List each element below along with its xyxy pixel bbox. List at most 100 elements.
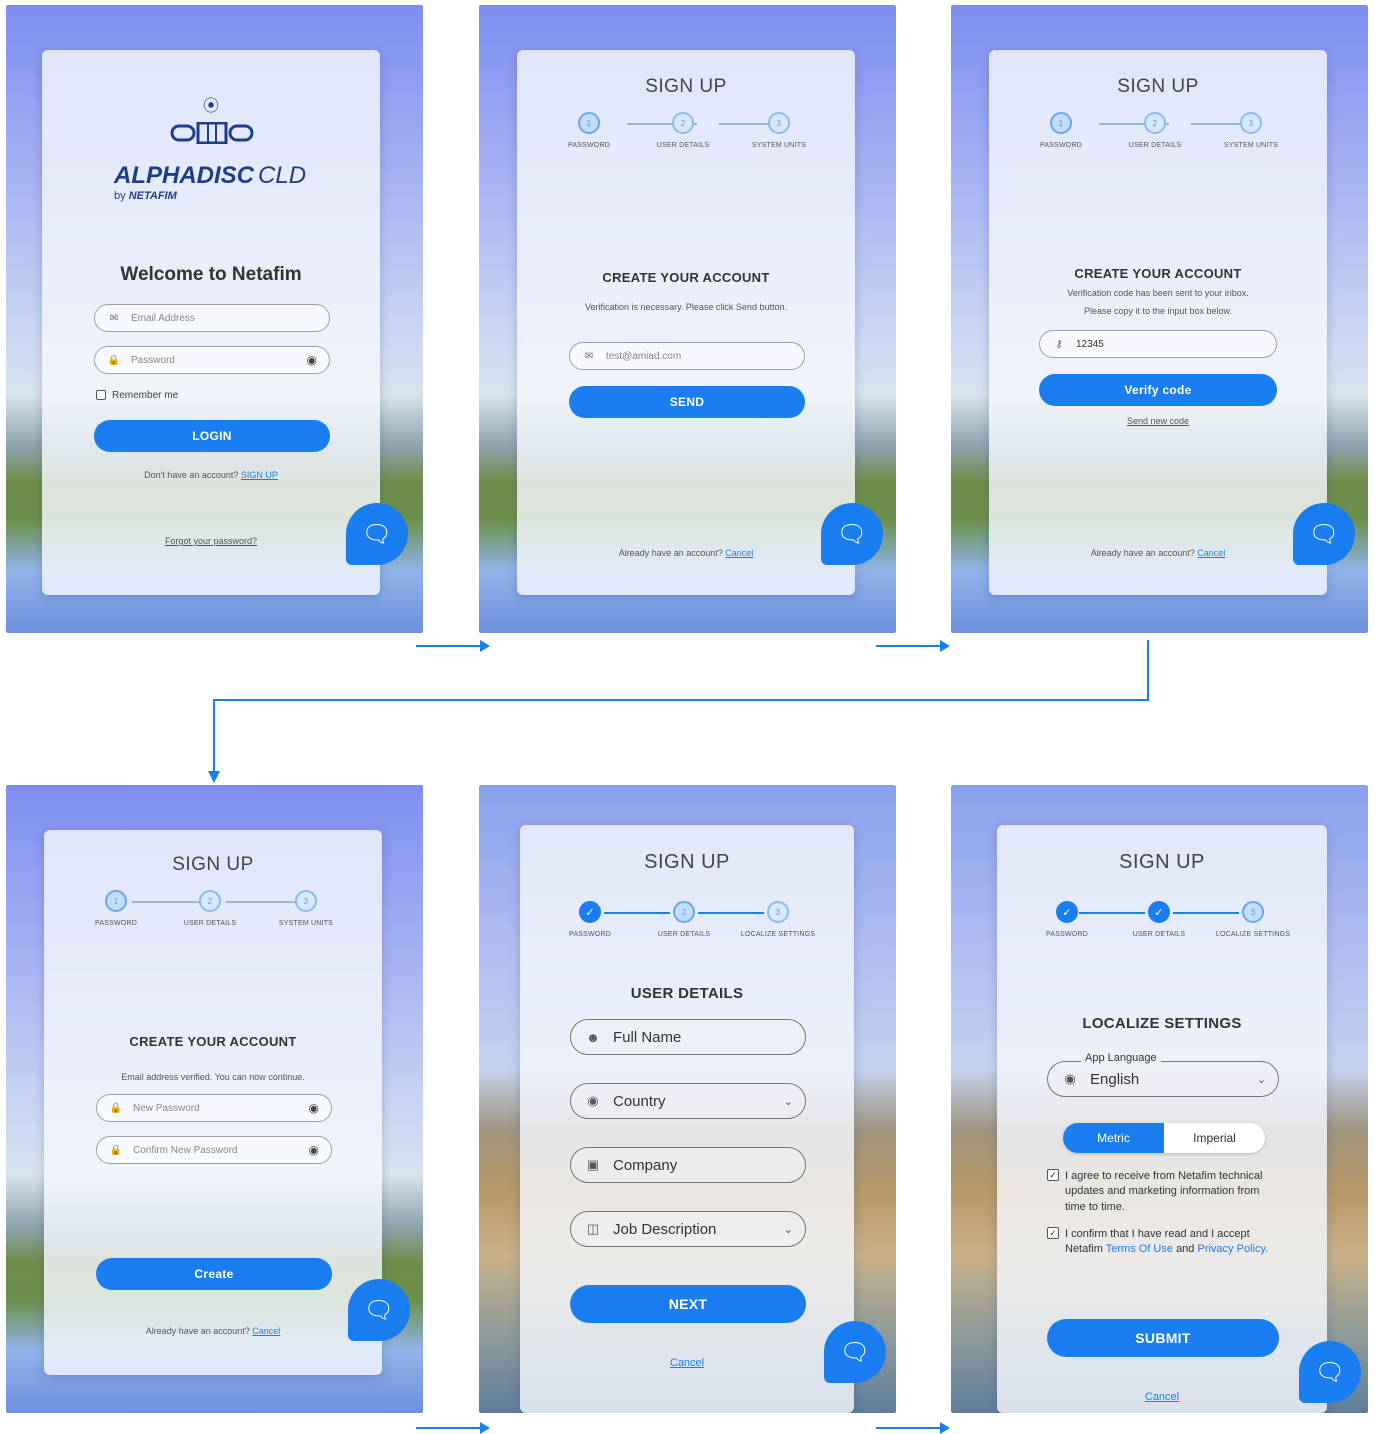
create-account-heading: CREATE YOUR ACCOUNT [602, 270, 770, 285]
mail-icon: ✉ [584, 350, 594, 362]
step-label: PASSWORD [569, 931, 611, 938]
terms-consent[interactable]: ✓ I confirm that I have read and I accep… [1047, 1227, 1283, 1258]
already-account: Already have an account? Cancel [44, 1324, 382, 1338]
metric-option[interactable]: Metric [1063, 1123, 1164, 1153]
unit-toggle[interactable]: Metric Imperial [1063, 1123, 1265, 1153]
forgot-password-link[interactable]: Forgot your password? [42, 534, 380, 548]
job-description-select[interactable]: ◫ Job Description ⌄ [570, 1211, 806, 1247]
screen-login: ⦿ ALPHADISC CLD by NETAFIM Welcome to Net… [6, 5, 423, 633]
cancel-text[interactable]: Cancel [1145, 1391, 1179, 1403]
signup-card: SIGN UP 1 PASSWORD 2 USER DETAILS 3 SYSTEM … [989, 50, 1327, 595]
send-button[interactable]: SEND [569, 386, 805, 418]
remember-checkbox[interactable] [96, 390, 106, 400]
remember-me[interactable]: Remember me [96, 390, 178, 401]
company-input[interactable]: ▣ Company [570, 1147, 806, 1183]
logo-byline: by NETAFIM [114, 190, 177, 202]
eye-icon[interactable]: ◉ [309, 1101, 319, 1115]
cancel-link[interactable]: Cancel [725, 548, 753, 558]
imperial-option[interactable]: Imperial [1164, 1123, 1265, 1153]
screen-user-details: SIGN UP ✓ PASSWORD 2 USER DETAILS 3 LOCALIZ… [479, 785, 896, 1413]
code-value: 12345 [1076, 338, 1104, 350]
login-button[interactable]: LOGIN [94, 420, 330, 452]
password-input[interactable]: 🔒 Password ◉ [94, 346, 330, 374]
eye-icon[interactable]: ◉ [309, 1143, 319, 1157]
step-label: PASSWORD [1046, 931, 1088, 938]
chat-icon[interactable]: 🗨 [346, 503, 408, 565]
new-password-placeholder: New Password [133, 1102, 200, 1114]
globe-icon: ◉ [587, 1093, 599, 1108]
signup-title: SIGN UP [1119, 851, 1205, 873]
user-details-heading: USER DETAILS [630, 985, 744, 1002]
app-language-select[interactable]: ◉ English ⌄ [1047, 1061, 1279, 1097]
step-system-units: 3 SYSTEM UNITS [739, 112, 819, 149]
step-dot: 3 [1242, 901, 1264, 923]
step-system-units: 3 SYSTEM UNITS [266, 890, 346, 927]
flow-arrow [416, 1422, 490, 1434]
marketing-consent-text: I agree to receive from Netafim technica… [1065, 1170, 1263, 1213]
cancel-link[interactable]: Cancel [252, 1326, 280, 1336]
stepper: 1 PASSWORD 2 USER DETAILS 3 SYSTEM UNITS [517, 112, 855, 162]
cancel-link[interactable]: Cancel [997, 1389, 1327, 1407]
country-select[interactable]: ◉ Country ⌄ [570, 1083, 806, 1119]
forgot-password-text[interactable]: Forgot your password? [165, 536, 257, 546]
chat-icon[interactable]: 🗨 [824, 1321, 886, 1383]
chat-icon[interactable]: 🗨 [1293, 503, 1355, 565]
create-account-heading: CREATE YOUR ACCOUNT [129, 1034, 297, 1049]
flow-connector [1147, 640, 1149, 701]
next-button[interactable]: NEXT [570, 1285, 806, 1323]
email-input[interactable]: ✉ test@amiad.com [569, 342, 805, 370]
welcome-title: Welcome to Netafim [120, 264, 302, 285]
user-icon: ☻ [586, 1029, 600, 1045]
chat-icon[interactable]: 🗨 [1299, 1341, 1361, 1403]
localize-heading: LOCALIZE SETTINGS [1082, 1015, 1242, 1032]
signup-prompt: Don't have an account? SIGN UP [42, 468, 380, 482]
terms-link[interactable]: Terms Of Use [1106, 1243, 1173, 1255]
screen-localize-settings: SIGN UP ✓ PASSWORD ✓ USER DETAILS 3 LOCALIZ… [951, 785, 1368, 1413]
create-button[interactable]: Create [96, 1258, 332, 1290]
flow-arrowhead [208, 771, 220, 783]
chevron-down-icon: ⌄ [783, 1223, 793, 1236]
no-account-text: Don't have an account? [144, 470, 239, 480]
privacy-link[interactable]: Privacy Policy. [1197, 1243, 1268, 1255]
email-value: test@amiad.com [606, 350, 682, 362]
already-text: Already have an account? [145, 1326, 250, 1336]
language-label: App Language [1081, 1052, 1161, 1064]
code-input[interactable]: ⚷ 12345 [1039, 330, 1277, 358]
company-placeholder: Company [613, 1156, 678, 1174]
step-password: 1 PASSWORD [549, 112, 629, 149]
terms-consent-body: I confirm that I have read and I accept … [1065, 1227, 1283, 1258]
step-password: 1 PASSWORD [1021, 112, 1101, 149]
new-password-input[interactable]: 🔒 New Password ◉ [96, 1094, 332, 1122]
confirm-password-input[interactable]: 🔒 Confirm New Password ◉ [96, 1136, 332, 1164]
step-dot: 3 [767, 901, 789, 923]
cancel-text[interactable]: Cancel [670, 1357, 704, 1369]
cancel-link[interactable]: Cancel [520, 1355, 854, 1373]
step-label: USER DETAILS [1128, 142, 1182, 149]
step-label: USER DETAILS [656, 142, 710, 149]
step-user-details: 2 USER DETAILS [643, 112, 723, 149]
step-user-details: 2 USER DETAILS [644, 901, 724, 938]
step-dot: 3 [295, 890, 317, 912]
check-icon[interactable]: ✓ [1047, 1169, 1059, 1181]
email-input[interactable]: ✉ Email Address [94, 304, 330, 332]
screen-signup-send: SIGN UP 1 PASSWORD 2 USER DETAILS 3 SYSTEM … [479, 5, 896, 633]
verify-code-button[interactable]: Verify code [1039, 374, 1277, 406]
signup-link[interactable]: SIGN UP [241, 470, 278, 480]
step-dot: 1 [1050, 112, 1072, 134]
chat-icon[interactable]: 🗨 [821, 503, 883, 565]
marketing-consent[interactable]: ✓ I agree to receive from Netafim techni… [1047, 1169, 1283, 1215]
logo-brand: ALPHADISC [114, 162, 255, 189]
chat-icon[interactable]: 🗨 [348, 1279, 410, 1341]
step-label: SYSTEM UNITS [278, 920, 334, 927]
step-localize-settings: 3 LOCALIZE SETTINGS [738, 901, 818, 938]
remember-label: Remember me [112, 390, 179, 401]
already-account: Already have an account? Cancel [989, 546, 1327, 560]
submit-button[interactable]: SUBMIT [1047, 1319, 1279, 1357]
check-icon[interactable]: ✓ [1047, 1227, 1059, 1239]
send-new-code-text[interactable]: Send new code [1127, 416, 1189, 426]
send-new-code-link[interactable]: Send new code [989, 414, 1327, 428]
full-name-input[interactable]: ☻ Full Name [570, 1019, 806, 1055]
cancel-link[interactable]: Cancel [1197, 548, 1225, 558]
screen-create-password: SIGN UP 1 PASSWORD 2 USER DETAILS 3 SYSTEM … [6, 785, 423, 1413]
eye-icon[interactable]: ◉ [307, 353, 317, 367]
